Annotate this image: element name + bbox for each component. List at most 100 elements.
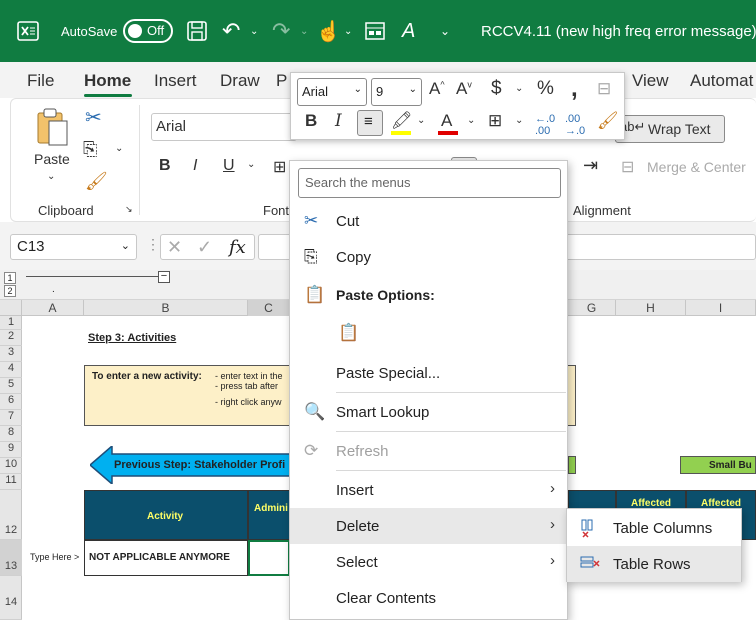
italic-icon[interactable]: I bbox=[193, 157, 197, 175]
copy-icon[interactable]: ⎘ bbox=[83, 139, 97, 160]
customize-toolbar-icon[interactable]: ⌄ bbox=[440, 0, 450, 62]
touch-dropdown-icon[interactable]: ⌄ bbox=[344, 0, 352, 62]
enter-formula-icon[interactable]: ✓ bbox=[197, 237, 212, 258]
undo-icon[interactable]: ↶ bbox=[222, 0, 240, 62]
row-header[interactable]: 4 bbox=[0, 362, 22, 378]
mini-font-dropdown-icon[interactable]: ⌄ bbox=[354, 84, 362, 95]
cancel-formula-icon[interactable]: ✕ bbox=[167, 237, 182, 258]
row-header[interactable]: 1 bbox=[0, 316, 22, 330]
font-color-dropdown-icon[interactable]: ⌄ bbox=[467, 115, 475, 126]
currency-icon[interactable]: $ bbox=[491, 78, 502, 100]
menu-item-select[interactable]: Select › bbox=[290, 544, 567, 580]
row-header[interactable]: 6 bbox=[0, 394, 22, 410]
menu-item-refresh[interactable]: ⟳ Refresh bbox=[290, 433, 567, 469]
indent-icon[interactable]: ⇥ bbox=[583, 155, 598, 176]
format-painter-icon[interactable]: 🖌 bbox=[85, 171, 108, 192]
mini-bold-icon[interactable]: B bbox=[305, 111, 317, 131]
mini-size-box[interactable]: 9 ⌄ bbox=[371, 78, 422, 106]
tab-view[interactable]: View bbox=[632, 71, 669, 91]
activity-cell[interactable]: NOT APPLICABLE ANYMORE bbox=[84, 540, 248, 576]
tab-file[interactable]: File bbox=[27, 71, 54, 91]
tab-insert[interactable]: Insert bbox=[154, 71, 197, 91]
font-color-icon[interactable]: A bbox=[441, 111, 452, 131]
borders-dropdown-icon[interactable]: ⌄ bbox=[515, 115, 523, 126]
mini-size-dropdown-icon[interactable]: ⌄ bbox=[409, 84, 417, 95]
bold-icon[interactable]: B bbox=[159, 157, 171, 175]
redo-icon[interactable]: ↷ bbox=[272, 0, 290, 62]
font-name-box[interactable]: Arial bbox=[151, 113, 297, 141]
redo-dropdown-icon[interactable]: ⌄ bbox=[300, 0, 308, 62]
row-header[interactable]: 7 bbox=[0, 410, 22, 426]
menu-item-copy[interactable]: ⎘ Copy bbox=[290, 239, 567, 275]
menu-item-paste-special[interactable]: Paste Special... bbox=[290, 355, 567, 391]
row-header[interactable]: 12 bbox=[0, 490, 22, 540]
mini-font-box[interactable]: Arial ⌄ bbox=[297, 78, 367, 106]
clipboard-launcher-icon[interactable]: ↘ bbox=[125, 204, 133, 215]
merge-center-icon[interactable]: ⊟ bbox=[621, 157, 634, 177]
comma-style-icon[interactable]: , bbox=[571, 75, 578, 103]
save-icon[interactable] bbox=[186, 0, 208, 62]
touch-mode-icon[interactable]: ☝ bbox=[316, 0, 341, 62]
menu-search-input[interactable]: Search the menus bbox=[298, 168, 561, 198]
format-painter-title-icon[interactable]: A bbox=[402, 0, 415, 62]
menu-item-smart-lookup[interactable]: 🔍 Smart Lookup bbox=[290, 394, 567, 430]
increase-decimal-icon[interactable]: ←.0.00 bbox=[535, 113, 555, 137]
menu-item-insert[interactable]: Insert › bbox=[290, 472, 567, 508]
fill-color-icon[interactable]: 🖍 bbox=[391, 111, 413, 131]
copy-dropdown-icon[interactable]: ⌄ bbox=[115, 143, 123, 154]
paste-icon[interactable] bbox=[35, 107, 71, 150]
small-business-button[interactable]: Small Bu bbox=[680, 456, 756, 474]
tab-page-layout[interactable]: P bbox=[276, 71, 287, 91]
name-box-dropdown-icon[interactable]: ⌄ bbox=[121, 239, 130, 252]
submenu-item-table-columns[interactable]: Table Columns bbox=[567, 510, 741, 546]
column-header-b[interactable]: B bbox=[84, 300, 248, 316]
wrap-text-button[interactable]: ab↵ Wrap Text bbox=[615, 115, 725, 143]
column-header-h[interactable]: H bbox=[616, 300, 686, 316]
row-header[interactable]: 5 bbox=[0, 378, 22, 394]
row-header[interactable]: 9 bbox=[0, 442, 22, 458]
undo-dropdown-icon[interactable]: ⌄ bbox=[250, 0, 258, 62]
next-step-button-edge[interactable] bbox=[568, 456, 576, 474]
column-header-c[interactable]: C bbox=[248, 300, 290, 316]
currency-dropdown-icon[interactable]: ⌄ bbox=[515, 83, 523, 94]
select-all-corner[interactable] bbox=[0, 300, 22, 316]
row-header[interactable]: 14 bbox=[0, 576, 22, 620]
format-table-icon[interactable]: ⊟ bbox=[597, 79, 611, 99]
collapse-group-button[interactable]: − bbox=[158, 271, 170, 283]
outline-level-2[interactable]: 2 bbox=[4, 285, 16, 297]
percent-icon[interactable]: % bbox=[537, 78, 554, 100]
row-header[interactable]: 11 bbox=[0, 474, 22, 490]
cut-icon[interactable]: ✂ bbox=[85, 105, 102, 130]
row-header[interactable]: 3 bbox=[0, 346, 22, 362]
submenu-item-table-rows[interactable]: Table Rows bbox=[567, 546, 741, 582]
paste-formatting-option[interactable]: 📋 bbox=[330, 315, 370, 351]
mini-center-align-button[interactable]: ≡ bbox=[357, 110, 383, 136]
decrease-font-icon[interactable]: Av bbox=[456, 79, 472, 99]
column-header-i[interactable]: I bbox=[686, 300, 756, 316]
row-header[interactable]: 2 bbox=[0, 330, 22, 346]
paste-label[interactable]: Paste bbox=[34, 151, 70, 167]
row-header[interactable]: 10 bbox=[0, 458, 22, 474]
column-header-g[interactable]: G bbox=[568, 300, 616, 316]
insert-function-icon[interactable]: fx bbox=[229, 237, 246, 258]
mini-italic-icon[interactable]: I bbox=[335, 111, 342, 131]
menu-item-cut[interactable]: ✂ Cut bbox=[290, 203, 567, 239]
name-box[interactable]: C13 ⌄ bbox=[10, 234, 137, 260]
tab-home[interactable]: Home bbox=[84, 71, 131, 91]
menu-item-clear-contents[interactable]: Clear Contents bbox=[290, 580, 567, 616]
selected-cell-c13[interactable] bbox=[248, 540, 290, 576]
merge-center-label[interactable]: Merge & Center bbox=[647, 159, 746, 175]
row-header[interactable]: 8 bbox=[0, 426, 22, 442]
increase-font-icon[interactable]: A^ bbox=[429, 79, 445, 99]
underline-icon[interactable]: U bbox=[223, 157, 235, 175]
tab-automate[interactable]: Automat bbox=[690, 71, 753, 91]
mini-format-painter-icon[interactable]: 🖌 bbox=[597, 111, 619, 131]
mini-borders-icon[interactable]: ⊞ bbox=[488, 111, 502, 131]
decrease-decimal-icon[interactable]: .00 →.0 bbox=[565, 113, 585, 137]
underline-dropdown-icon[interactable]: ⌄ bbox=[247, 159, 255, 170]
fill-color-dropdown-icon[interactable]: ⌄ bbox=[417, 115, 425, 126]
autosave-toggle[interactable]: Off bbox=[123, 0, 173, 62]
borders-icon[interactable]: ⊞ bbox=[273, 157, 286, 177]
column-header-a[interactable]: A bbox=[22, 300, 84, 316]
tab-draw[interactable]: Draw bbox=[220, 71, 260, 91]
